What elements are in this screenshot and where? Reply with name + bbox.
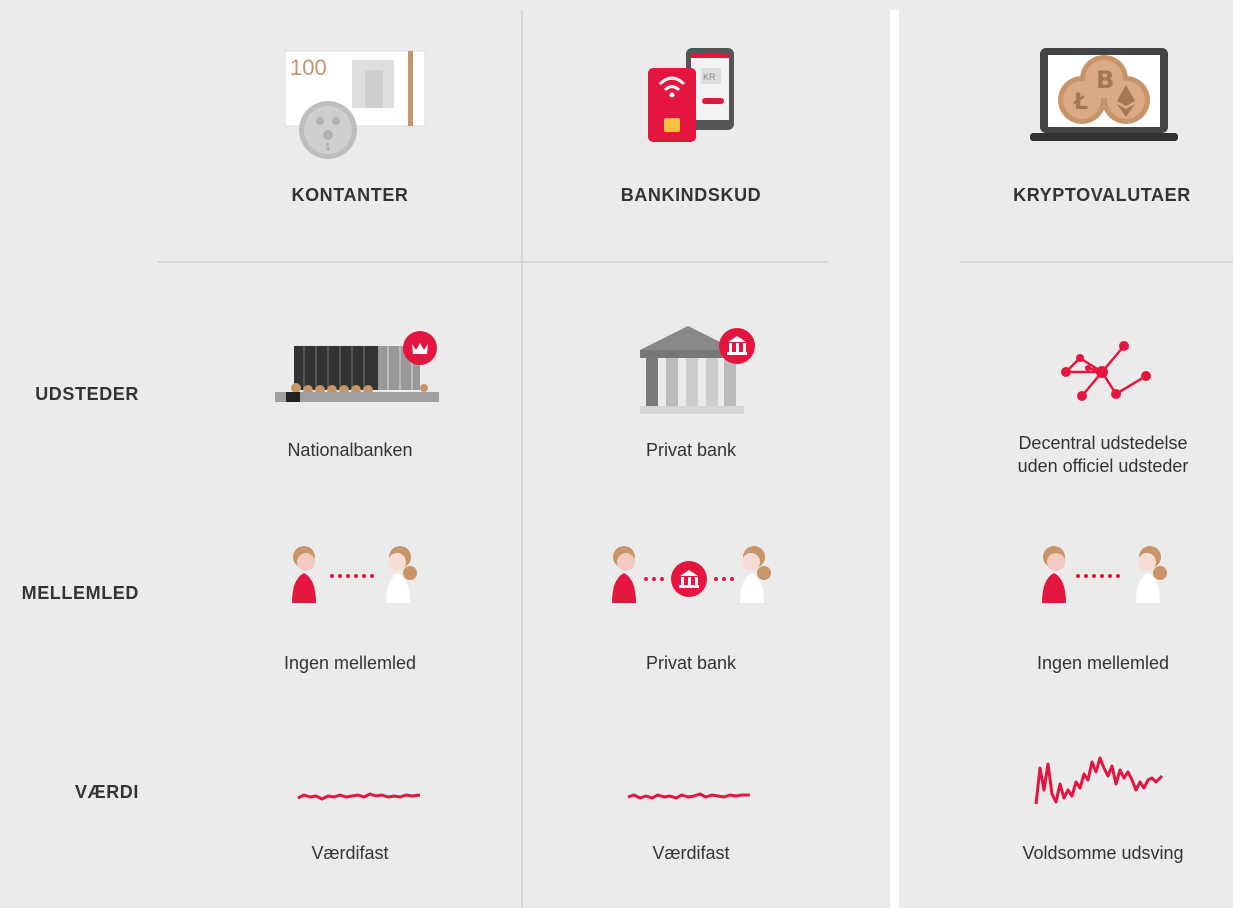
central-bank-building-icon bbox=[272, 328, 442, 408]
header-divider-right bbox=[960, 261, 1233, 263]
row-label-value: VÆRDI bbox=[74, 782, 139, 802]
private-bank-building-icon bbox=[636, 320, 761, 420]
volatile-value-line-icon bbox=[1032, 754, 1166, 810]
bank-value-caption: Værdifast bbox=[652, 843, 730, 863]
crypto-issuer-line-1: Decentral udstedelse bbox=[1018, 433, 1188, 453]
crypto-separator bbox=[890, 10, 899, 908]
bank-deposit-icon: KR bbox=[646, 46, 738, 146]
column-divider-1 bbox=[521, 10, 523, 908]
person-bank-person-icon bbox=[604, 543, 776, 605]
coin-value: 1 bbox=[325, 142, 331, 153]
stable-value-line-icon-bank bbox=[626, 784, 754, 808]
bank-intermediary-caption: Privat bank bbox=[645, 653, 737, 673]
column-header-cash: KONTANTER bbox=[291, 185, 409, 205]
crypto-person-to-person-icon bbox=[1032, 543, 1172, 605]
svg-text:Ł: Ł bbox=[1073, 90, 1088, 115]
header-divider-left bbox=[158, 261, 828, 263]
phone-label: KR bbox=[703, 72, 716, 82]
column-header-crypto: KRYPTOVALUTAER bbox=[1013, 185, 1191, 205]
cash-value-caption: Værdifast bbox=[311, 843, 389, 863]
crypto-issuer-line-2: uden officiel udsteder bbox=[1017, 456, 1189, 476]
cash-icon: 100 1 bbox=[280, 48, 430, 163]
cash-issuer-caption: Nationalbanken bbox=[287, 440, 413, 460]
crypto-value-caption: Voldsomme udsving bbox=[1022, 843, 1184, 863]
cash-intermediary-caption: Ingen mellemled bbox=[283, 653, 417, 673]
decentralized-network-icon bbox=[1058, 336, 1158, 406]
crypto-issuer-caption: Decentral udstedelse uden officiel udste… bbox=[953, 432, 1233, 478]
row-label-intermediary: MELLEMLED bbox=[21, 583, 139, 603]
stable-value-line-icon bbox=[296, 784, 424, 808]
row-label-issuer: UDSTEDER bbox=[35, 384, 139, 404]
column-header-bank-deposits: BANKINDSKUD bbox=[620, 185, 762, 205]
crypto-intermediary-caption: Ingen mellemled bbox=[1036, 653, 1170, 673]
svg-text:B: B bbox=[1096, 66, 1114, 94]
person-to-person-icon bbox=[282, 543, 422, 605]
crypto-laptop-icon: B Ł bbox=[1030, 45, 1180, 145]
banknote-value: 100 bbox=[290, 55, 327, 80]
bank-issuer-caption: Privat bank bbox=[645, 440, 737, 460]
